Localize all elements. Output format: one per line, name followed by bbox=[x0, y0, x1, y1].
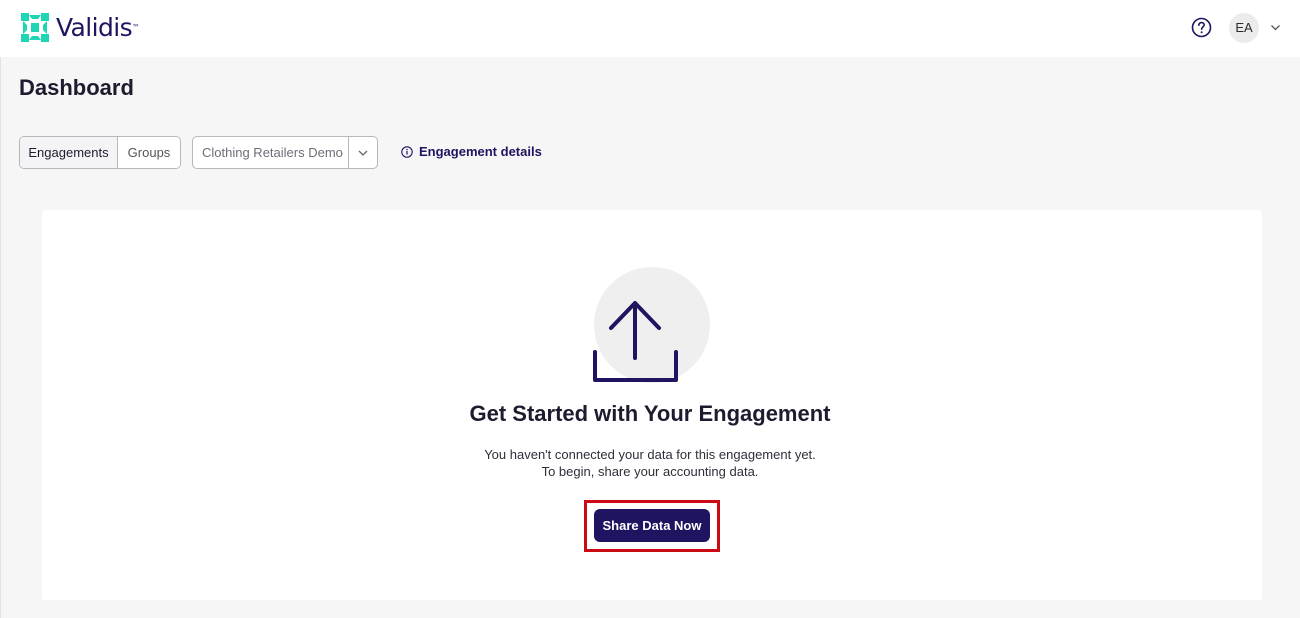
top-bar: Validis™ EA bbox=[0, 0, 1300, 57]
engagement-select-toggle[interactable] bbox=[348, 137, 377, 168]
question-circle-icon[interactable] bbox=[1191, 17, 1212, 38]
tab-engagements[interactable]: Engagements bbox=[20, 137, 118, 168]
page-title: Dashboard bbox=[19, 75, 134, 100]
validis-logo-mark-icon bbox=[21, 13, 49, 42]
empty-state-title: Get Started with Your Engagement bbox=[469, 401, 831, 426]
brand-name: Validis™ bbox=[56, 13, 140, 42]
chevron-down-icon[interactable] bbox=[1270, 22, 1281, 33]
upload-icon bbox=[593, 301, 678, 382]
engagement-details-label: Engagement details bbox=[419, 144, 542, 159]
engagement-select-value: Clothing Retailers Demo bbox=[202, 145, 343, 160]
view-toggle: Engagements Groups bbox=[19, 136, 181, 169]
user-avatar[interactable]: EA bbox=[1229, 13, 1259, 43]
tab-groups[interactable]: Groups bbox=[118, 137, 180, 168]
engagement-select[interactable]: Clothing Retailers Demo bbox=[192, 136, 378, 169]
engagement-details-link[interactable]: Engagement details bbox=[401, 144, 542, 159]
empty-state-line-1: You haven't connected your data for this… bbox=[484, 447, 816, 462]
share-data-now-button[interactable]: Share Data Now bbox=[594, 509, 710, 542]
chevron-down-icon bbox=[358, 150, 368, 156]
validis-logo[interactable]: Validis™ bbox=[21, 13, 140, 42]
empty-state-description: You haven't connected your data for this… bbox=[0, 446, 1300, 480]
info-circle-icon bbox=[401, 145, 413, 158]
empty-state-line-2: To begin, share your accounting data. bbox=[541, 464, 759, 479]
